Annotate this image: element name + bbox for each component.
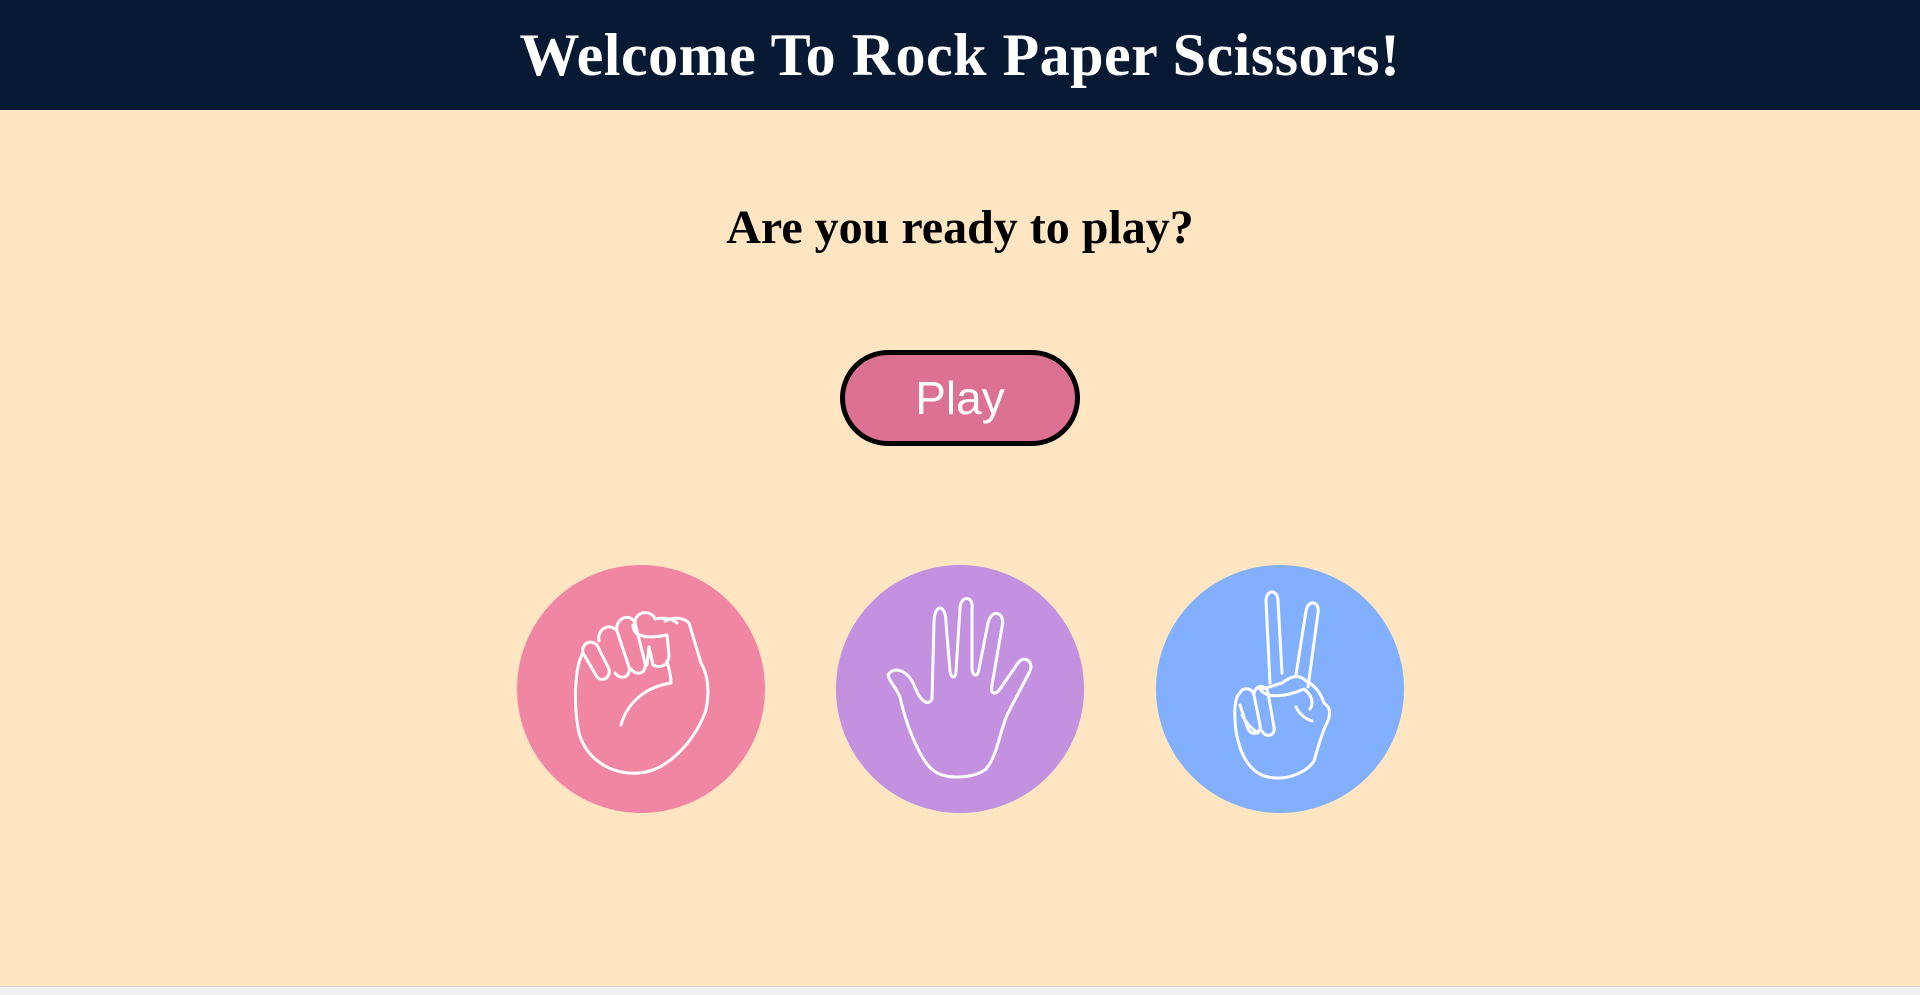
- peace-hand-icon: [1156, 565, 1404, 813]
- paper-choice-button[interactable]: [836, 565, 1084, 813]
- rock-choice-button[interactable]: [517, 565, 765, 813]
- header-bar: Welcome To Rock Paper Scissors!: [0, 0, 1920, 110]
- fist-icon: [517, 565, 765, 813]
- ready-prompt: Are you ready to play?: [726, 201, 1194, 254]
- page-title: Welcome To Rock Paper Scissors!: [519, 21, 1401, 88]
- play-button[interactable]: Play: [840, 350, 1080, 446]
- open-hand-icon: [836, 565, 1084, 813]
- scissors-choice-button[interactable]: [1156, 565, 1404, 813]
